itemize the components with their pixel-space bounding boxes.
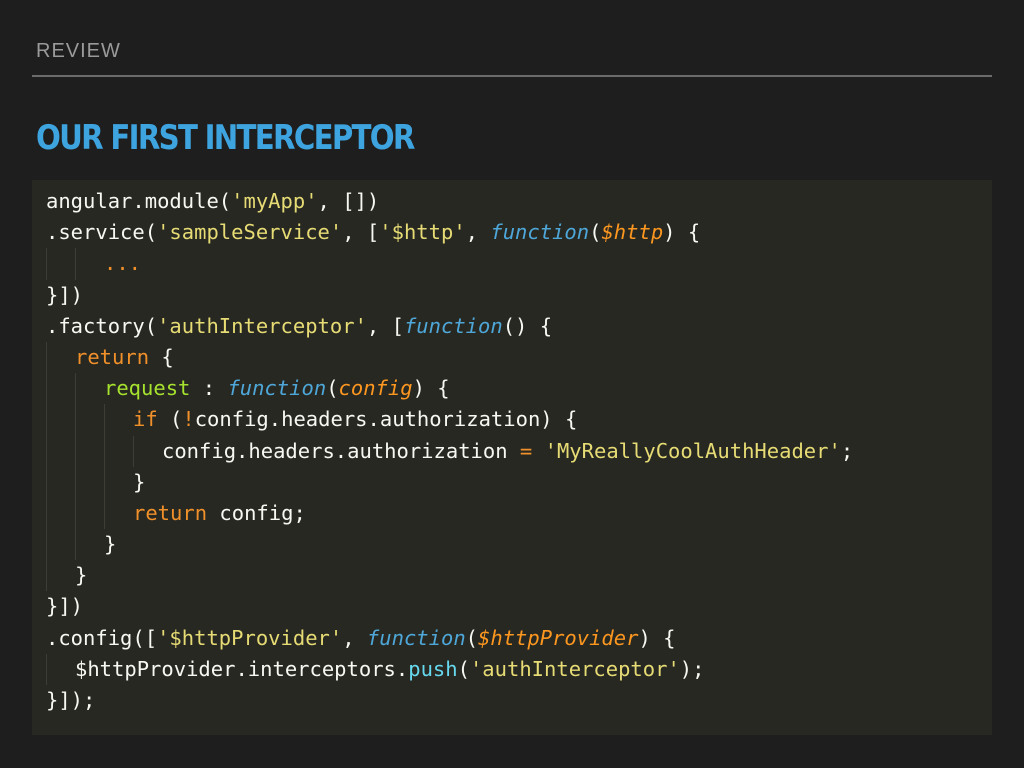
code-token: angular.module( <box>46 189 232 213</box>
indent-guide <box>104 404 105 436</box>
indent-guide <box>75 373 76 405</box>
code-token: .factory( <box>46 313 158 338</box>
code-token: 'sampleService' <box>157 220 343 245</box>
indent-guide <box>75 497 76 530</box>
indent-guide <box>46 373 47 405</box>
code-token: 'authInterceptor' <box>157 313 367 338</box>
indent-guide <box>75 466 76 498</box>
code-token: } <box>75 563 88 588</box>
code-token: ... <box>104 251 142 276</box>
section-label: REVIEW <box>36 40 121 62</box>
code-line: }]); <box>46 685 992 716</box>
code-token: () { <box>502 313 553 338</box>
code-line: }]) <box>46 280 992 311</box>
code-token: ); <box>679 656 705 681</box>
code-line: } <box>46 560 992 592</box>
code-token: , <box>465 220 491 245</box>
code-token: $httpProvider <box>478 625 639 650</box>
slide: REVIEW OUR FIRST INTERCEPTOR angular.mod… <box>0 0 1024 768</box>
code-token: , [ <box>342 220 380 245</box>
code-token: , [ <box>366 313 404 338</box>
indent-guide <box>75 435 76 467</box>
code-token: $http <box>601 220 664 245</box>
code-token: '$httpProvider' <box>157 625 343 650</box>
indent-guide <box>46 466 47 498</box>
code-line: $httpProvider.interceptors.push('authInt… <box>46 653 992 685</box>
indent-guide <box>133 435 134 467</box>
code-token: ( <box>589 220 602 245</box>
code-token: 'authInterceptor' <box>469 656 680 681</box>
code-token: $httpProvider.interceptors. <box>75 656 409 681</box>
code-token: = <box>519 438 533 463</box>
indent-guide <box>46 653 47 685</box>
code-token: push <box>408 656 458 681</box>
code-token: ( <box>457 656 470 681</box>
indent-guide <box>46 248 47 280</box>
code-token: config.headers.authorization <box>162 438 520 463</box>
code-token: 'MyReallyCoolAuthHeader' <box>544 438 841 463</box>
code-token: .service( <box>46 220 158 245</box>
code-token: return <box>75 344 150 369</box>
code-line: } <box>46 529 992 561</box>
code-token: function <box>227 376 327 401</box>
code-line: angular.module('myApp', []) <box>46 186 992 217</box>
code-line: return config; <box>46 497 992 530</box>
code-token: }]) <box>46 282 84 307</box>
indent-guide <box>75 529 76 561</box>
indent-guide <box>46 404 47 436</box>
code-token: .config([ <box>46 625 158 650</box>
code-line: .factory('authInterceptor', [function() … <box>46 311 992 342</box>
code-token: }]) <box>46 594 84 619</box>
code-token: : <box>190 376 228 401</box>
code-token: function <box>490 220 590 245</box>
code-token: ( <box>465 625 479 650</box>
code-line: if (!config.headers.authorization) { <box>46 404 992 436</box>
code-token: function <box>403 313 503 338</box>
indent-guide <box>104 466 105 498</box>
code-line: config.headers.authorization = 'MyReally… <box>46 435 992 467</box>
code-token: if <box>133 407 158 432</box>
code-token: ; <box>840 438 854 463</box>
indent-guide <box>46 529 47 561</box>
code-token: , []) <box>317 189 380 213</box>
code-token: config <box>338 376 413 401</box>
code-line: request : function(config) { <box>46 373 992 405</box>
indent-guide <box>46 341 47 374</box>
code-token: ) { <box>663 220 701 245</box>
code-line: return { <box>46 341 992 374</box>
indent-guide <box>75 404 76 436</box>
code-token: }]); <box>46 688 96 712</box>
code-line: ... <box>46 248 992 280</box>
code-line: }]) <box>46 591 992 622</box>
code-token: config.headers.authorization) { <box>194 407 578 432</box>
code-token: ( <box>157 407 183 432</box>
code-line: .config(['$httpProvider', function($http… <box>46 623 992 654</box>
code-token: ! <box>182 407 195 432</box>
indent-guide <box>75 248 76 280</box>
code-token: } <box>133 469 146 494</box>
code-line: .service('sampleService', ['$http', func… <box>46 217 992 248</box>
indent-guide <box>46 560 47 592</box>
indent-guide <box>46 497 47 530</box>
code-block: angular.module('myApp', []) .service('sam… <box>32 180 992 735</box>
code-token: , <box>342 625 367 650</box>
code-token: } <box>104 532 117 557</box>
code-token: function <box>366 625 466 650</box>
code-line: } <box>46 466 992 498</box>
indent-guide <box>46 435 47 467</box>
slide-title: OUR FIRST INTERCEPTOR <box>36 118 415 158</box>
code-token: { <box>149 344 174 369</box>
indent-guide <box>104 435 105 467</box>
code-token: 'myApp' <box>231 189 318 213</box>
code-token: ) { <box>638 625 676 650</box>
code-token: return <box>133 500 208 525</box>
code-token: request <box>104 376 191 401</box>
code-token: ( <box>326 376 339 401</box>
code-token: '$http' <box>379 220 466 245</box>
code-token: ) { <box>412 376 450 401</box>
code-token: config; <box>207 500 306 525</box>
indent-guide <box>104 497 105 530</box>
header-divider <box>32 75 992 77</box>
